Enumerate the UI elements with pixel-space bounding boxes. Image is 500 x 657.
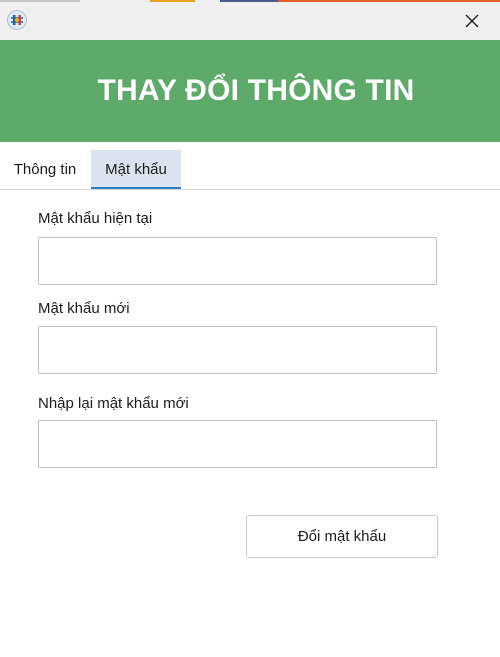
header-banner: THAY ĐỔI THÔNG TIN	[0, 40, 500, 142]
change-password-button[interactable]: Đổi mật khẩu	[246, 515, 438, 558]
app-logo-icon	[7, 10, 27, 30]
tab-password-label: Mật khẩu	[105, 161, 167, 178]
page-title: THAY ĐỔI THÔNG TIN	[97, 74, 415, 107]
tab-info-label: Thông tin	[13, 161, 77, 178]
tab-bar: Thông tin Mật khẩu	[0, 150, 500, 190]
new-password-label: Mật khẩu mới	[38, 300, 130, 317]
confirm-password-label: Nhập lại mật khẩu mới	[38, 395, 189, 412]
tab-info[interactable]: Thông tin	[0, 150, 90, 189]
confirm-password-input[interactable]	[38, 420, 437, 468]
new-password-input[interactable]	[38, 326, 437, 374]
current-password-label: Mật khẩu hiện tại	[38, 210, 153, 227]
tab-divider	[0, 189, 500, 190]
change-password-button-label: Đổi mật khẩu	[297, 528, 387, 545]
title-bar[interactable]	[0, 2, 500, 40]
close-icon	[465, 14, 479, 28]
change-info-window: THAY ĐỔI THÔNG TIN Thông tin Mật khẩu Mậ…	[0, 0, 500, 657]
current-password-input[interactable]	[38, 237, 437, 285]
tab-password[interactable]: Mật khẩu	[91, 150, 181, 190]
close-button[interactable]	[444, 2, 500, 40]
